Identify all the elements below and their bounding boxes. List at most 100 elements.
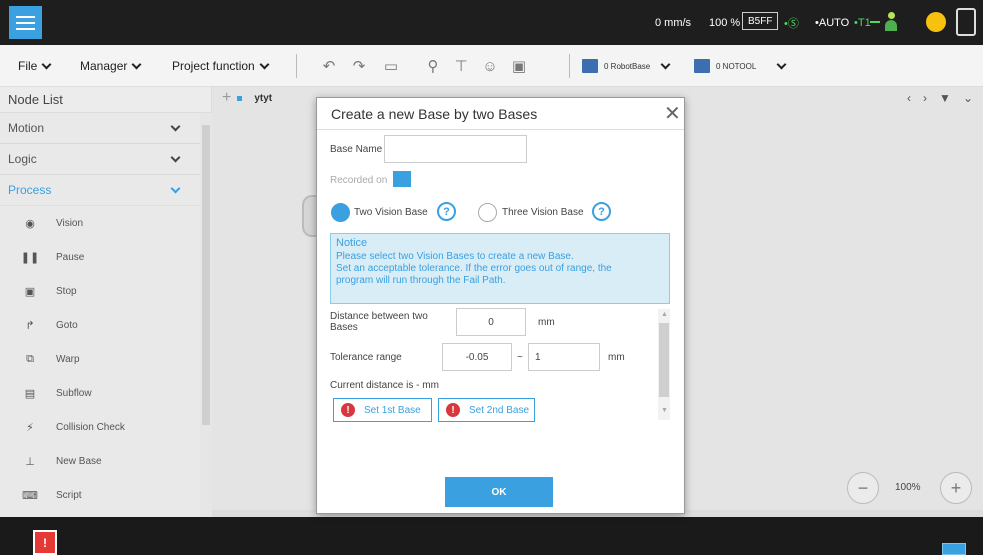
node-pause[interactable]: ❚❚ Pause bbox=[0, 240, 211, 274]
section-logic[interactable]: Logic bbox=[0, 144, 211, 175]
node-label: New Base bbox=[56, 455, 102, 467]
filter-icon[interactable]: ▼ bbox=[939, 91, 951, 105]
project-tab[interactable]: + ytyt bbox=[212, 87, 316, 109]
section-motion[interactable]: Motion bbox=[0, 113, 211, 144]
set-2nd-base-button[interactable]: ! Set 2nd Base bbox=[438, 398, 535, 422]
goto-arrow-icon: ↱ bbox=[25, 319, 35, 332]
error-alert-icon[interactable]: ! bbox=[33, 530, 57, 555]
comment-icon[interactable]: ☺ bbox=[481, 57, 499, 75]
alert-icon: ! bbox=[341, 403, 355, 417]
tolerance-max-input[interactable]: 1 bbox=[528, 343, 600, 371]
node-warp[interactable]: ⧉ Warp bbox=[0, 342, 211, 376]
manager-menu-label: Manager bbox=[80, 59, 128, 73]
node-vision[interactable]: ◉ Vision bbox=[0, 206, 211, 240]
scroll-up-icon[interactable]: ▲ bbox=[661, 311, 668, 318]
redo-icon[interactable]: ↷ bbox=[350, 57, 368, 75]
tolerance-min-input[interactable]: -0.05 bbox=[442, 343, 512, 371]
zoom-out-button[interactable]: − bbox=[847, 472, 879, 504]
two-vision-base-radio[interactable] bbox=[331, 203, 350, 222]
robot-icon[interactable] bbox=[956, 8, 976, 36]
add-tab-icon[interactable]: + bbox=[222, 89, 231, 107]
node-goto[interactable]: ↱ Goto bbox=[0, 308, 211, 342]
section-label: Logic bbox=[8, 152, 37, 166]
node-label: Pause bbox=[56, 251, 85, 263]
zoom-level: 100% bbox=[895, 482, 921, 493]
undo-icon[interactable]: ↶ bbox=[320, 57, 338, 75]
ok-button[interactable]: OK bbox=[445, 477, 553, 507]
io-panel-icon[interactable]: ▣ bbox=[510, 57, 528, 75]
dialog-scrollbar[interactable]: ▲ ▼ bbox=[658, 309, 670, 420]
node-subflow[interactable]: ▤ Subflow bbox=[0, 376, 211, 410]
distance-input[interactable]: 0 bbox=[456, 308, 526, 336]
node-label: Warp bbox=[56, 353, 80, 365]
node-script[interactable]: ⌨ Script bbox=[0, 478, 211, 512]
search-icon[interactable]: ⚲ bbox=[424, 57, 442, 75]
node-label: Collision Check bbox=[56, 421, 125, 433]
tool-dropdown[interactable]: 0 NOTOOL bbox=[694, 55, 787, 77]
notice-box: Notice Please select two Vision Bases to… bbox=[330, 233, 670, 304]
distance-label-line: Bases bbox=[330, 322, 358, 333]
speed-percent[interactable]: 100 % bbox=[709, 0, 740, 45]
hamburger-line-icon bbox=[16, 15, 35, 18]
project-function-label: Project function bbox=[172, 59, 255, 73]
project-function-menu[interactable]: Project function bbox=[172, 45, 270, 87]
manager-menu[interactable]: Manager bbox=[80, 45, 142, 87]
three-vision-base-label: Three Vision Base bbox=[502, 207, 584, 218]
base-dropdown[interactable]: 0 RobotBase bbox=[582, 55, 671, 77]
status-light-icon bbox=[926, 12, 946, 32]
base-name-label: Base Name bbox=[330, 144, 383, 155]
tolerance-unit: mm bbox=[608, 352, 625, 363]
set-1st-base-button[interactable]: ! Set 1st Base bbox=[333, 398, 432, 422]
three-vision-base-radio[interactable] bbox=[478, 203, 497, 222]
base-name-input[interactable] bbox=[384, 135, 527, 163]
tolerance-label: Tolerance range bbox=[330, 352, 402, 363]
base-icon bbox=[582, 59, 598, 73]
section-label: Motion bbox=[8, 121, 45, 135]
set-1st-base-label: Set 1st Base bbox=[364, 404, 421, 416]
project-tab-label: ytyt bbox=[254, 92, 273, 104]
warp-icon: ⧉ bbox=[26, 352, 34, 365]
close-icon[interactable]: ✕ bbox=[664, 104, 681, 124]
user-icon[interactable] bbox=[881, 12, 901, 32]
dialog-divider bbox=[317, 129, 684, 130]
ip-badge[interactable]: B5FF bbox=[742, 12, 779, 30]
node-stop[interactable]: ▣ Stop bbox=[0, 274, 211, 308]
chevron-down-icon bbox=[41, 59, 52, 69]
node-label: Stop bbox=[56, 285, 77, 297]
auto-mode-indicator[interactable]: •AUTO bbox=[815, 0, 849, 45]
file-menu[interactable]: File bbox=[18, 45, 52, 87]
alert-icon: ! bbox=[446, 403, 460, 417]
chevron-down-icon bbox=[170, 152, 181, 163]
section-label: Process bbox=[8, 183, 52, 197]
help-icon[interactable]: ? bbox=[592, 202, 611, 221]
tool-dropdown-value: 0 NOTOOL bbox=[716, 61, 757, 71]
scroll-down-icon[interactable]: ▼ bbox=[661, 407, 668, 414]
main-menu-button[interactable] bbox=[9, 6, 42, 39]
node-label: Goto bbox=[56, 319, 78, 331]
hamburger-line-icon bbox=[16, 27, 35, 30]
chevron-right-icon[interactable]: › bbox=[923, 91, 927, 105]
node-new-base[interactable]: ⊥ New Base bbox=[0, 444, 211, 478]
node-collision-check[interactable]: ⚡ Collision Check bbox=[0, 410, 211, 444]
distance-unit: mm bbox=[538, 317, 555, 328]
keyboard-icon[interactable] bbox=[942, 543, 966, 555]
login-arrow-icon bbox=[870, 21, 880, 23]
canvas-nav: ‹ › ▼ ⌄ bbox=[907, 87, 983, 109]
file-menu-label: File bbox=[18, 59, 38, 73]
section-process[interactable]: Process bbox=[0, 175, 211, 206]
bottom-bar: ! bbox=[0, 517, 983, 555]
chevron-left-icon[interactable]: ‹ bbox=[907, 91, 911, 105]
node-label: Vision bbox=[56, 217, 84, 229]
zoom-in-button[interactable]: + bbox=[940, 472, 972, 504]
point-icon[interactable]: ⊤ bbox=[452, 57, 470, 75]
help-icon[interactable]: ? bbox=[437, 202, 456, 221]
hamburger-line-icon bbox=[16, 21, 35, 24]
notice-line: program will run through the Fail Path. bbox=[336, 275, 506, 286]
stop-icon: ▣ bbox=[24, 285, 36, 298]
eraser-icon[interactable]: ▭ bbox=[382, 57, 400, 75]
scrollbar-thumb[interactable] bbox=[202, 125, 210, 425]
node-list-scrollbar[interactable] bbox=[200, 113, 212, 517]
scrollbar-thumb[interactable] bbox=[659, 323, 669, 397]
chevron-down-icon[interactable]: ⌄ bbox=[963, 91, 973, 105]
tab-indicator-icon bbox=[237, 95, 243, 101]
